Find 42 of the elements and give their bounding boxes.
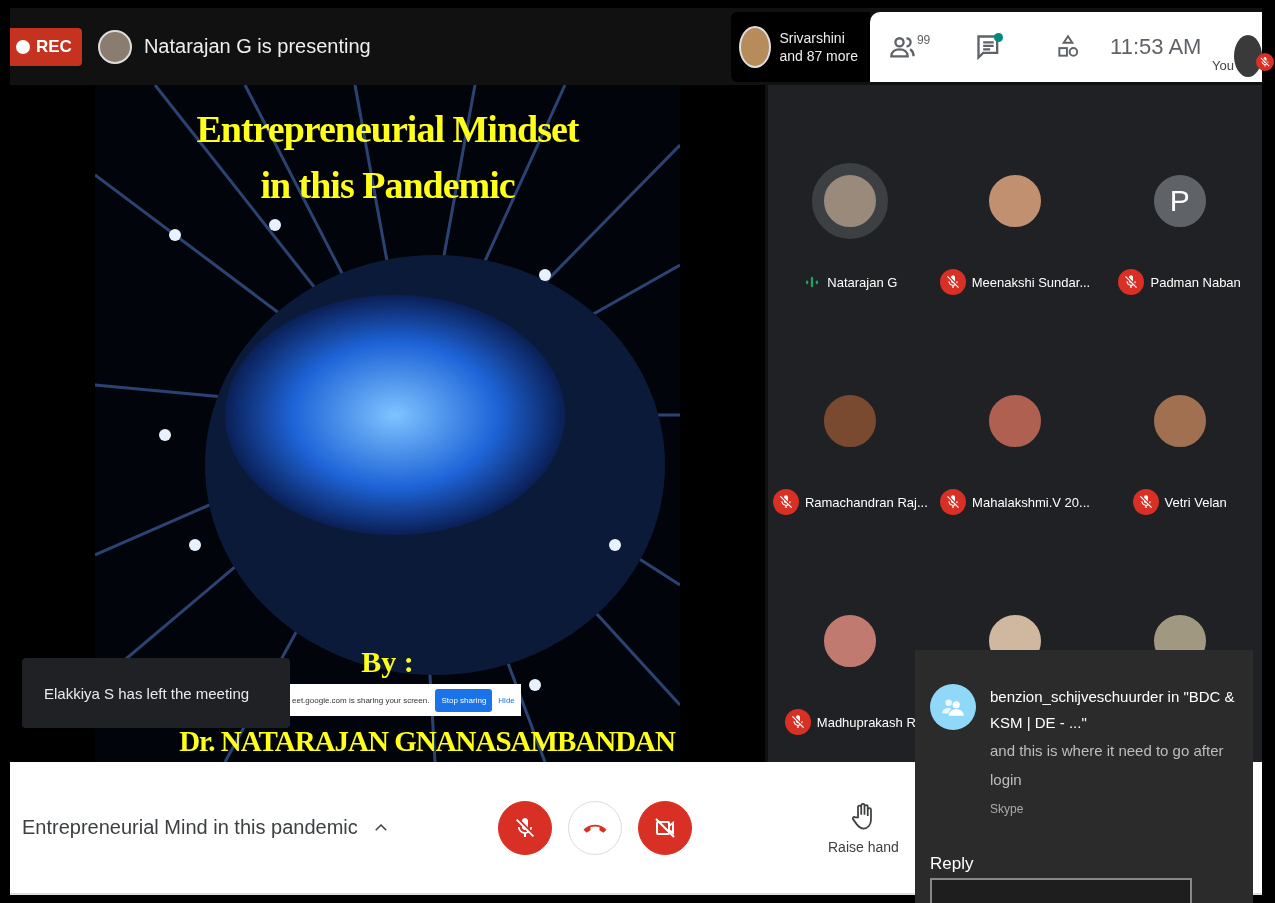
notification-message: and this is where it need to go after login xyxy=(990,741,1225,790)
hang-up-button[interactable] xyxy=(568,800,622,855)
mic-off-icon xyxy=(513,815,537,840)
clock-time: 11:53 AM xyxy=(1109,33,1203,60)
slide-byline: By : xyxy=(361,645,414,679)
notification-title: benzion_schijveschuurder in "BDC & KSM | DE - ..." xyxy=(990,687,1236,733)
participant-avatar xyxy=(739,25,772,68)
slide-title: in this Pandemic xyxy=(260,163,515,208)
chat-button[interactable] xyxy=(974,32,1003,61)
hide-link[interactable]: Hide xyxy=(498,695,515,705)
participant-name: Madhuprakash R xyxy=(816,714,916,730)
slide-title: Entrepreneurial Mindset xyxy=(196,107,579,152)
participant-name: Padman Naban xyxy=(1150,274,1241,290)
reply-field[interactable] xyxy=(930,878,1192,903)
more-participants-text: and 87 more xyxy=(779,46,858,65)
camera-button[interactable] xyxy=(638,800,692,855)
record-dot-icon xyxy=(16,39,30,54)
toast-text: Elakkiya S has left the meeting xyxy=(44,684,250,702)
participant-name: Meenakshi Sundar... xyxy=(971,274,1091,290)
phone-icon xyxy=(583,822,607,833)
self-avatar xyxy=(1234,34,1262,77)
meeting-title: Entrepreneurial Mind in this pandemic xyxy=(22,816,358,839)
presenter-text: Natarajan G is presenting xyxy=(143,35,371,58)
microphone-button[interactable] xyxy=(498,800,552,855)
recording-badge: REC xyxy=(10,27,82,66)
participant-name: Srivarshini xyxy=(779,28,846,47)
participant-name: Mahalakshmi.V 20... xyxy=(972,494,1090,510)
participant-count: 99 xyxy=(916,32,931,47)
app-name: Skype xyxy=(990,802,1025,816)
share-status-text: eet.google.com is sharing your screen. xyxy=(292,695,430,705)
participants-preview[interactable]: Srivarshini and 87 more xyxy=(731,11,870,82)
reply-label: Reply xyxy=(930,854,975,874)
people-button[interactable]: 99 xyxy=(888,32,931,61)
raise-hand-button[interactable]: Raise hand xyxy=(828,800,899,855)
self-label: You xyxy=(1212,57,1234,73)
participant-name: Vetri Velan xyxy=(1164,494,1227,510)
camera-off-icon xyxy=(653,815,677,840)
slide-author: Dr. NATARAJAN GNANASAMBANDAN xyxy=(179,725,675,758)
stop-sharing-button[interactable]: Stop sharing xyxy=(435,688,493,712)
participant-name: Ramachandran Raj... xyxy=(804,494,928,510)
presenter-avatar xyxy=(97,29,132,64)
participant-name: Natarajan G xyxy=(827,274,898,290)
